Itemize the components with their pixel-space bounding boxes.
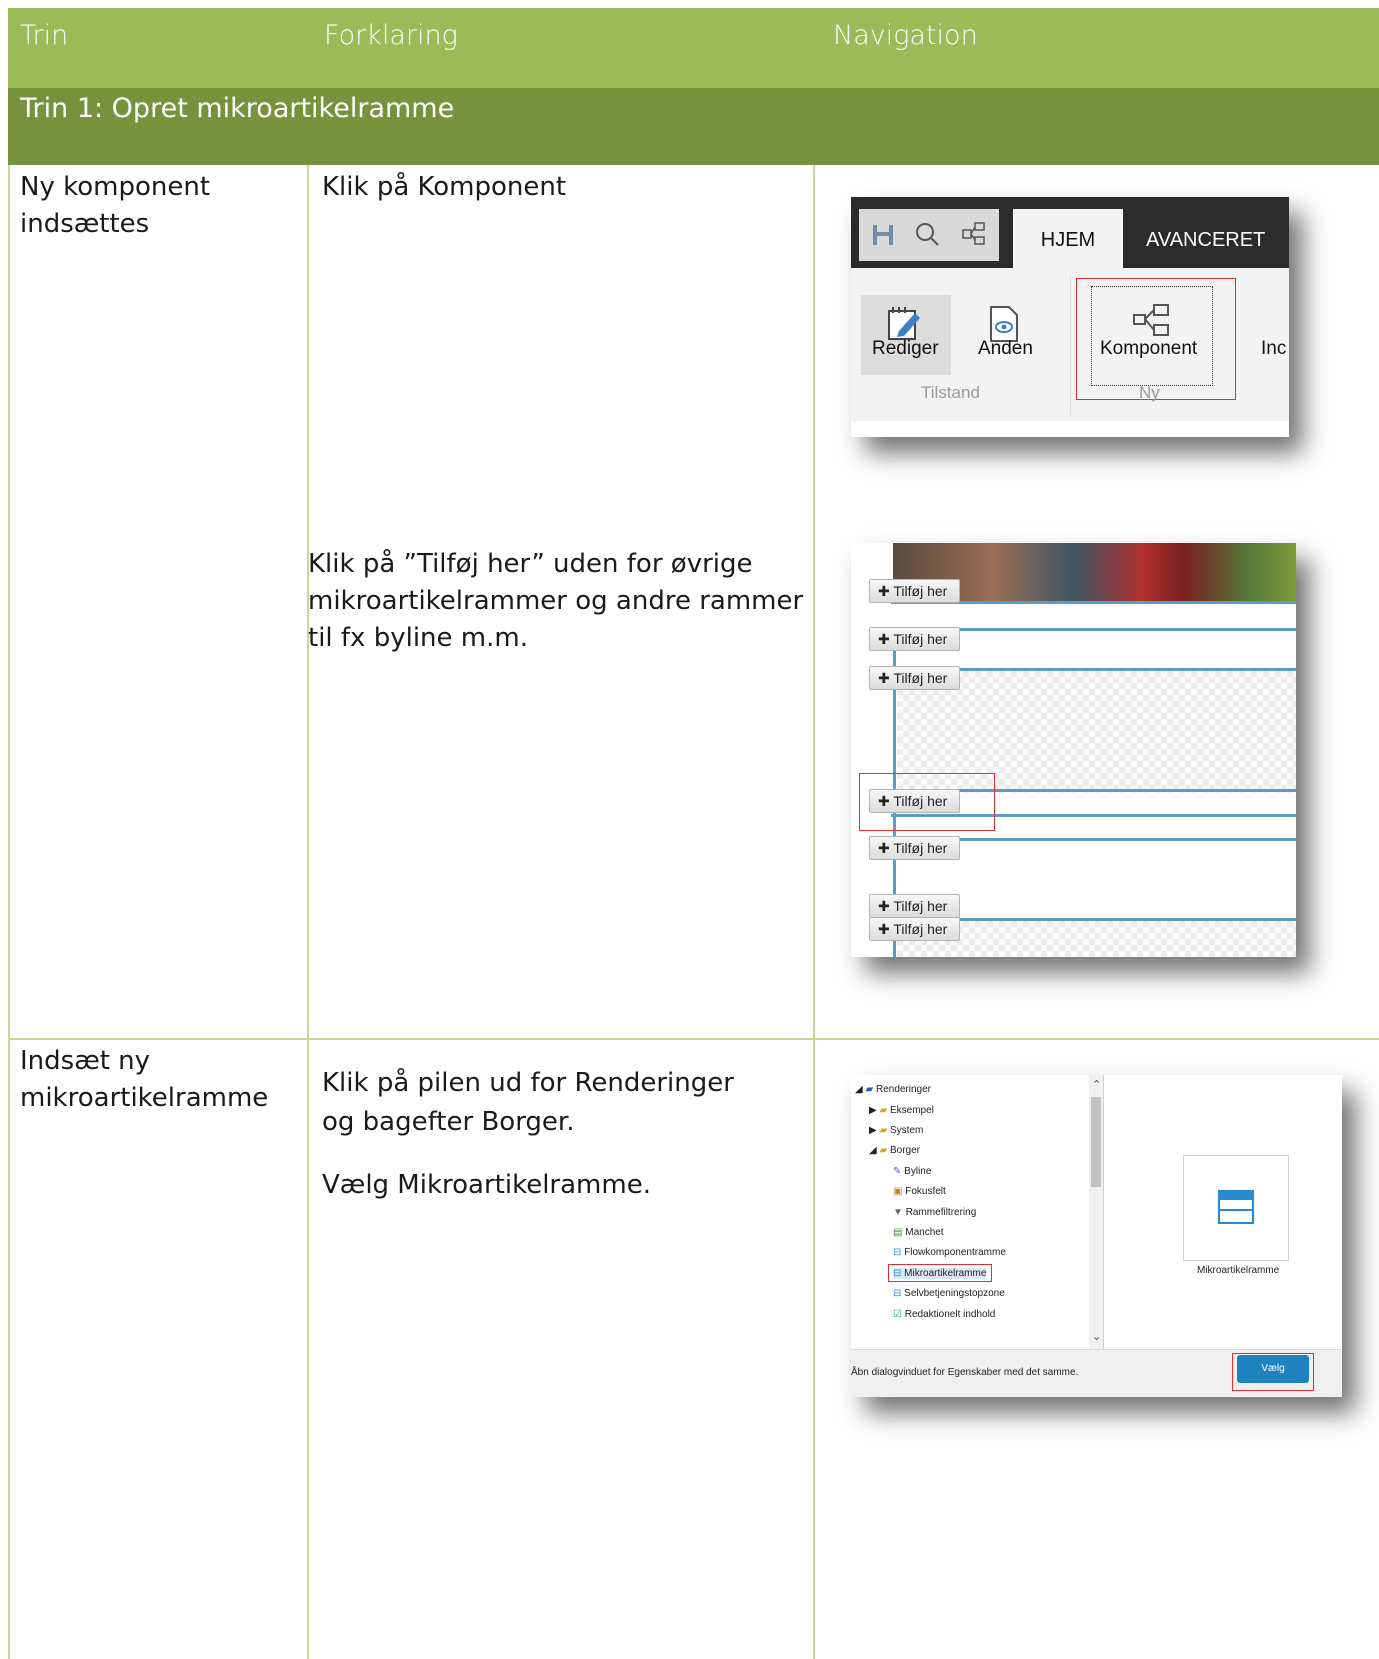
frame-icon: ⊟: [893, 1288, 902, 1299]
add-here-label: Tilføj her: [893, 840, 948, 856]
cut-label: Inc: [1261, 338, 1287, 359]
table-header: Trin Forklaring Navigation: [8, 8, 1379, 88]
quick-access-icons: [873, 222, 985, 246]
folder-icon: ▰: [879, 1105, 888, 1116]
tree-label: Rammefiltrering: [905, 1207, 977, 1218]
footer-text: Åbn dialogvinduet for Egenskaber med det…: [851, 1367, 1079, 1378]
group-divider: [1070, 275, 1071, 415]
focus-icon: ▣: [893, 1186, 903, 1197]
frame-preview-icon: [1218, 1190, 1254, 1224]
folder-icon: ▰: [879, 1125, 888, 1136]
row1-explain-tilfoej: Klik på ”Tilføj her” uden for øvrige mik…: [308, 549, 804, 653]
quick-access-toolbar: [859, 209, 999, 261]
anden-label: Anden: [978, 338, 1033, 359]
group-tilstand: Tilstand: [921, 383, 980, 402]
row2-step: Indsæt ny mikroartikelramme: [20, 1046, 269, 1113]
add-here-button[interactable]: ✚ Tilføj her: [869, 627, 961, 651]
selection-highlight: [888, 1264, 992, 1282]
add-here-label: Tilføj her: [893, 921, 948, 937]
select-rendering-dialog: ⌃ ⌄ ◢ ▰ Renderinger ▶ ▰ Eksempel ▶ ▰ Sys…: [851, 1075, 1342, 1397]
choose-highlight: [1232, 1353, 1314, 1391]
edit-icon: [888, 307, 920, 340]
tree-item-manchet[interactable]: ▤ Manchet: [893, 1227, 944, 1238]
frame-icon: ⊟: [893, 1247, 902, 1258]
tree-label: Flowkomponentramme: [904, 1247, 1006, 1258]
tree-item-redaktionelt-indhold[interactable]: ☑ Redaktionelt indhold: [893, 1309, 995, 1320]
preview-label: Mikroartikelramme: [1197, 1265, 1280, 1276]
tree-item-byline[interactable]: ✎ Byline: [893, 1166, 931, 1177]
tree-label: Byline: [904, 1166, 932, 1177]
expanded-arrow-icon[interactable]: ◢: [855, 1084, 863, 1095]
folder-icon: ▰: [879, 1145, 888, 1156]
row2-explain-arrow: Klik på pilen ud for Renderinger: [322, 1068, 734, 1098]
header-navigation: Navigation: [833, 20, 978, 51]
section-title: Trin 1: Opret mikroartikelramme: [20, 93, 455, 124]
add-here-button[interactable]: ✚ Tilføj her: [869, 666, 961, 690]
add-here-label: Tilføj her: [893, 670, 948, 686]
component-icon: [1133, 304, 1169, 336]
add-here-label: Tilføj her: [893, 583, 948, 599]
tab-hjem[interactable]: HJEM: [1013, 209, 1123, 268]
pencil-icon: ✎: [893, 1166, 902, 1177]
rediger-label: Rediger: [872, 338, 939, 359]
tab-avanceret[interactable]: AVANCERET: [1146, 209, 1265, 271]
tree-label: System: [889, 1125, 924, 1136]
panel-divider: [1103, 1075, 1104, 1349]
tree-node-eksempel[interactable]: ▶ ▰ Eksempel: [869, 1105, 934, 1116]
grid-line: [8, 1038, 1379, 1040]
grid-line: [813, 165, 815, 1659]
grid-line: [8, 165, 10, 1659]
add-here-button[interactable]: ✚ Tilføj her: [869, 894, 961, 918]
tree-root-label: Renderinger: [875, 1084, 932, 1095]
tree-label: Redaktionelt indhold: [904, 1309, 996, 1320]
add-here-button[interactable]: ✚ Tilføj her: [869, 836, 961, 860]
scroll-down-icon[interactable]: ⌄: [1092, 1330, 1101, 1343]
ribbon-bottom: [851, 421, 1289, 437]
tree-item-rammefiltrering[interactable]: ▼ Rammefiltrering: [893, 1207, 976, 1218]
grid-line: [307, 165, 309, 1659]
tree-node-system[interactable]: ▶ ▰ System: [869, 1125, 923, 1136]
ribbon-screenshot: HJEM AVANCERET Rediger Anden Komponent I…: [851, 197, 1289, 437]
row2-explain-borger: og bagefter Borger.: [322, 1107, 575, 1137]
row2-explain-choose: Vælg Mikroartikelramme.: [322, 1170, 651, 1200]
add-here-button[interactable]: ✚ Tilføj her: [869, 579, 961, 603]
tree-label: Fokusfelt: [905, 1186, 946, 1197]
section-header: Trin 1: Opret mikroartikelramme: [8, 88, 1379, 165]
page-editor-screenshot: ✚ Tilføj her ✚ Tilføj her ✚ Tilføj her ✚…: [851, 543, 1296, 957]
collapsed-arrow-icon[interactable]: ▶: [869, 1125, 877, 1136]
add-here-button[interactable]: ✚ Tilføj her: [869, 917, 961, 941]
add-here-label: Tilføj her: [893, 631, 948, 647]
filter-icon: ▼: [893, 1207, 903, 1218]
add-here-highlight: [859, 773, 995, 831]
scroll-up-icon[interactable]: ⌃: [1092, 1078, 1101, 1091]
row1-step: Ny komponent indsættes: [20, 172, 211, 239]
tree-label: Eksempel: [889, 1105, 934, 1116]
tree-label: Manchet: [905, 1227, 944, 1238]
content-icon: ☑: [893, 1309, 902, 1320]
tree-item-fokusfelt[interactable]: ▣ Fokusfelt: [893, 1186, 946, 1197]
expanded-arrow-icon[interactable]: ◢: [869, 1145, 877, 1156]
komponent-label: Komponent: [1100, 338, 1198, 359]
image-icon: ▤: [893, 1227, 903, 1238]
scrollbar-thumb[interactable]: [1091, 1097, 1101, 1187]
header-forklaring: Forklaring: [324, 20, 458, 51]
header-trin: Trin: [20, 20, 69, 51]
tree-item-flowkomponentramme[interactable]: ⊟ Flowkomponentramme: [893, 1247, 1006, 1258]
row1-explain-komponent: Klik på Komponent: [322, 172, 567, 202]
tree-item-selvbetjeningstopzone[interactable]: ⊟ Selvbetjeningstopzone: [893, 1288, 1005, 1299]
add-here-label: Tilføj her: [893, 898, 948, 914]
collapsed-arrow-icon[interactable]: ▶: [869, 1105, 877, 1116]
renderings-icon: ▰: [865, 1084, 874, 1095]
tree-node-borger[interactable]: ◢ ▰ Borger: [869, 1145, 920, 1156]
tree-node-renderinger[interactable]: ◢ ▰ Renderinger: [855, 1084, 931, 1095]
tree-label: Borger: [889, 1145, 920, 1156]
group-ny: Ny: [1139, 383, 1160, 402]
tree-label: Selvbetjeningstopzone: [904, 1288, 1005, 1299]
